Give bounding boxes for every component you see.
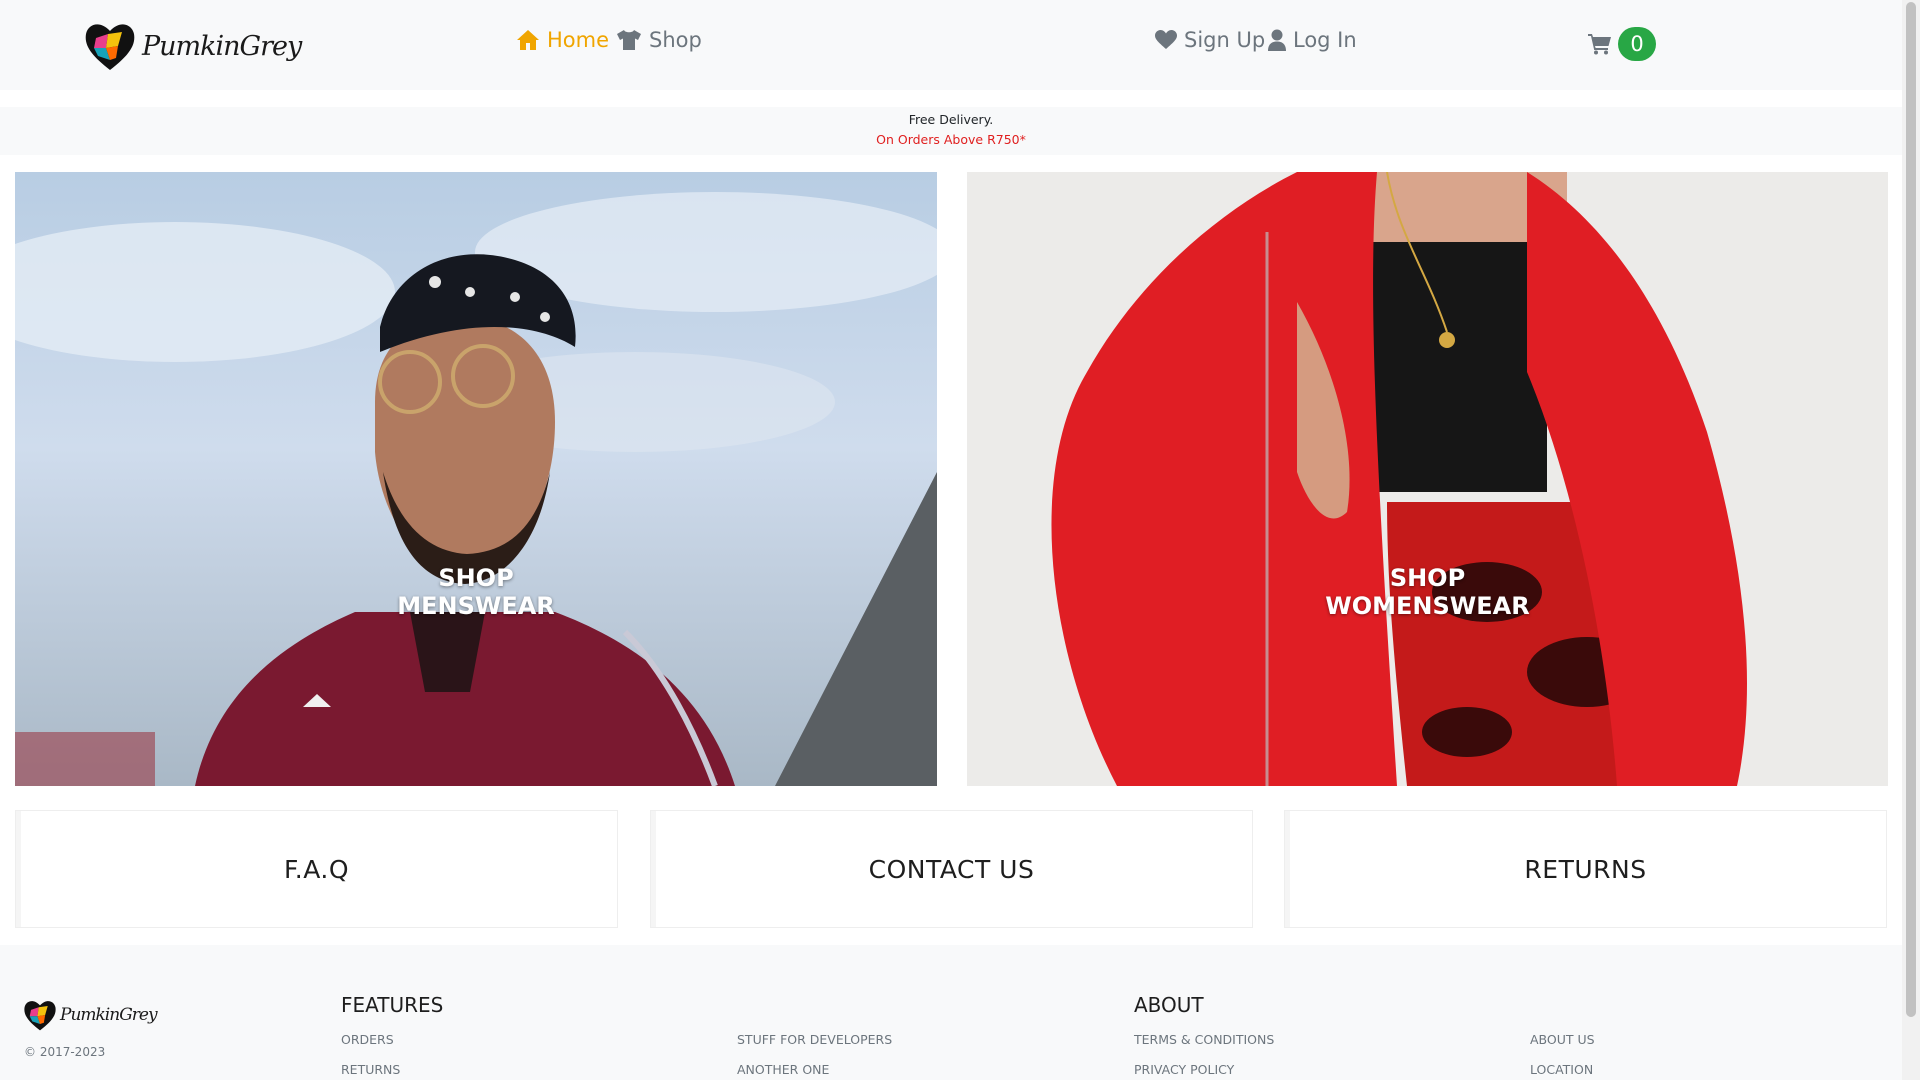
nav-home[interactable]: Home — [516, 28, 609, 52]
menswear-label-line-1: SHOP — [438, 564, 514, 592]
shop-womenswear-tile[interactable]: SHOP WOMENSWEAR — [967, 172, 1888, 786]
footer-link-privacy[interactable]: PRIVACY POLICY — [1134, 1062, 1234, 1077]
footer-link-about-us[interactable]: ABOUT US — [1530, 1032, 1595, 1047]
navbar: PumkinGrey Home Shop Sign Up Log In 0 — [0, 0, 1902, 90]
menswear-photo — [15, 192, 937, 786]
returns-card[interactable]: RETURNS — [1284, 810, 1887, 928]
promo-line-1: Free Delivery. — [908, 112, 994, 127]
cart-button[interactable]: 0 — [1588, 27, 1656, 61]
footer-link-terms[interactable]: TERMS & CONDITIONS — [1134, 1032, 1274, 1047]
shop-menswear-tile[interactable]: SHOP MENSWEAR — [15, 172, 937, 786]
faq-card[interactable]: F.A.Q — [15, 810, 618, 928]
footer-link-orders[interactable]: ORDERS — [341, 1032, 394, 1047]
heart-icon — [1155, 30, 1177, 49]
cart-count-badge: 0 — [1618, 27, 1656, 61]
footer-link-location[interactable]: LOCATION — [1530, 1062, 1593, 1077]
scrollbar-thumb[interactable] — [1906, 2, 1916, 1017]
womenswear-label: SHOP WOMENSWEAR — [967, 564, 1888, 620]
brand-wordmark: PumkinGrey — [142, 30, 302, 62]
footer-link-developers[interactable]: STUFF FOR DEVELOPERS — [737, 1032, 892, 1047]
nav-login[interactable]: Log In — [1268, 28, 1357, 52]
nav-signup-label: Sign Up — [1184, 28, 1266, 52]
footer-link-another-one[interactable]: ANOTHER ONE — [737, 1062, 829, 1077]
footer: PumkinGrey © 2017-2023 FEATURES ORDERS R… — [0, 945, 1902, 1080]
womenswear-label-line-2: WOMENSWEAR — [1325, 592, 1530, 620]
heart-logo-icon — [24, 1001, 56, 1031]
footer-logo[interactable]: PumkinGrey — [22, 997, 158, 1033]
menswear-label-line-2: MENSWEAR — [397, 592, 555, 620]
page-scrollbar[interactable] — [1902, 0, 1920, 1080]
nav-shop-label: Shop — [649, 28, 702, 52]
brand-logo[interactable]: PumkinGrey — [82, 18, 302, 74]
contact-us-card-label: CONTACT US — [868, 854, 1035, 884]
user-icon — [1268, 29, 1286, 51]
footer-features-heading: FEATURES — [341, 993, 444, 1017]
faq-card-label: F.A.Q — [283, 854, 350, 884]
nav-shop[interactable]: Shop — [616, 28, 702, 52]
menswear-label: SHOP MENSWEAR — [15, 564, 937, 620]
heart-logo-icon — [85, 24, 135, 70]
womenswear-photo — [1051, 172, 1747, 786]
nav-home-label: Home — [547, 28, 610, 52]
returns-card-label: RETURNS — [1524, 854, 1647, 884]
nav-signup[interactable]: Sign Up — [1155, 28, 1265, 52]
tshirt-icon — [617, 30, 641, 50]
home-icon — [517, 30, 539, 50]
cart-icon — [1588, 34, 1611, 55]
nav-login-label: Log In — [1293, 28, 1357, 52]
promo-line-2: On Orders Above R750* — [876, 132, 1026, 147]
footer-about-heading: ABOUT — [1134, 993, 1204, 1017]
copyright: © 2017-2023 — [24, 1045, 106, 1059]
contact-us-card[interactable]: CONTACT US — [650, 810, 1253, 928]
promo-banner: Free Delivery. On Orders Above R750* — [0, 107, 1902, 155]
womenswear-label-line-1: SHOP — [1389, 564, 1466, 592]
footer-wordmark: PumkinGrey — [60, 1005, 158, 1025]
footer-link-returns[interactable]: RETURNS — [341, 1062, 400, 1077]
